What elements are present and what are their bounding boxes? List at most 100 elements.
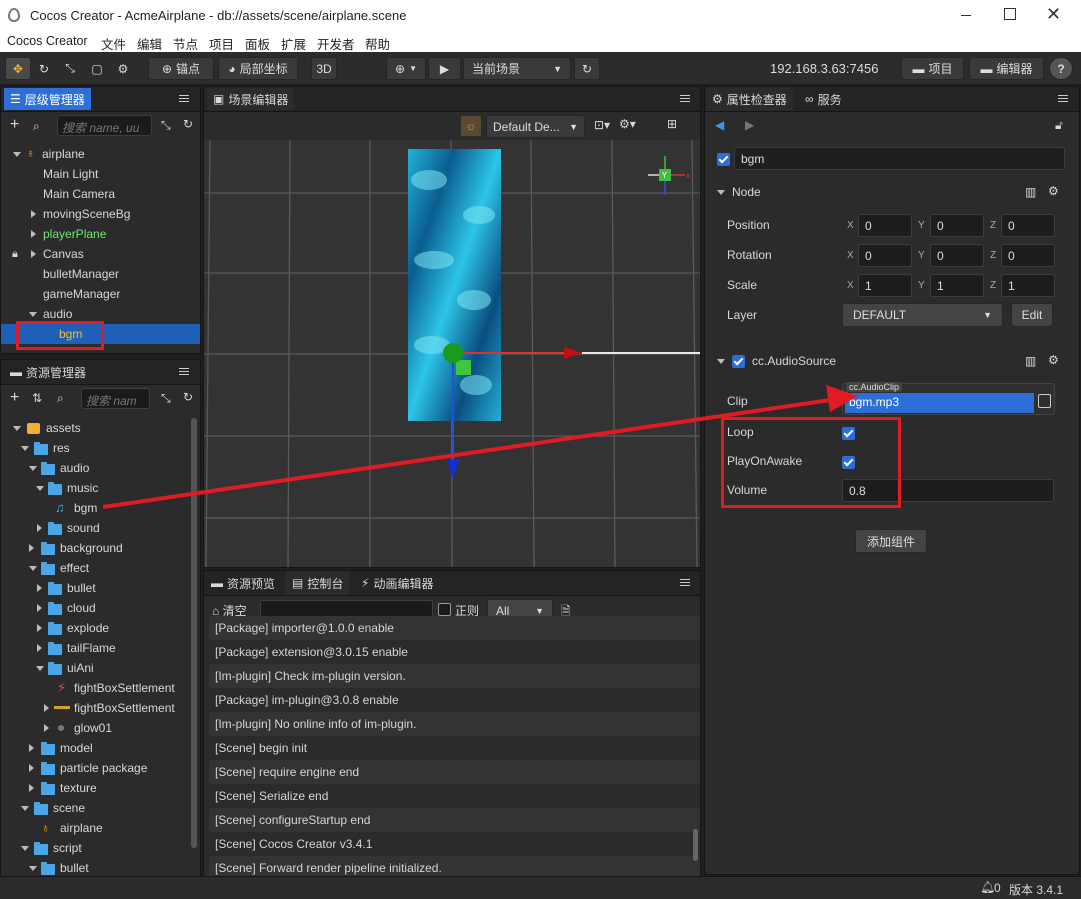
tree-row[interactable]: assets	[1, 418, 189, 438]
tree-row[interactable]: ♁ airplane	[1, 818, 189, 838]
tree-row[interactable]: model	[1, 738, 189, 758]
tree-row[interactable]: sound	[1, 518, 189, 538]
menu-cocos-creator[interactable]: Cocos Creator	[7, 34, 88, 48]
assets-scrollbar[interactable]	[191, 418, 197, 848]
tab-assets[interactable]: ▬ 资源管理器	[4, 361, 92, 383]
hierarchy-search-input[interactable]: 搜索 name, uu	[57, 115, 152, 136]
gear-icon[interactable]: ⚙▾	[619, 117, 636, 131]
back-arrow-icon[interactable]: ◀	[715, 118, 724, 132]
panel-menu-icon[interactable]	[178, 93, 190, 105]
position-y-input[interactable]: 0	[930, 214, 984, 237]
lock-icon[interactable]: 🔒︎	[12, 244, 18, 264]
tree-row[interactable]: uiAni	[1, 658, 189, 678]
sun-icon[interactable]: ☼	[461, 116, 481, 136]
preview-ip[interactable]: 192.168.3.63:7456	[770, 61, 878, 76]
rect-tool-button[interactable]: ▢	[85, 57, 109, 80]
tree-row[interactable]: music	[1, 478, 189, 498]
forward-arrow-icon[interactable]: ▶	[745, 118, 754, 132]
sort-icon[interactable]: ⇅	[32, 391, 42, 405]
assets-search-input[interactable]: 搜索 nam	[81, 388, 150, 409]
position-z-input[interactable]: 0	[1001, 214, 1055, 237]
axis-gizmo-icon[interactable]: x Y	[640, 151, 692, 203]
tab-hierarchy[interactable]: ☰ 层级管理器	[4, 88, 91, 110]
tree-row[interactable]: fightBoxSettlement	[1, 698, 189, 718]
tab-scene-editor[interactable]: ▣ 场景编辑器	[207, 88, 295, 110]
scale-y-input[interactable]: 1	[930, 274, 984, 297]
panel-menu-icon[interactable]	[178, 366, 190, 378]
menu-help[interactable]: 帮助	[365, 34, 390, 53]
book-icon[interactable]: ▥	[1025, 185, 1036, 199]
add-component-button[interactable]: 添加组件	[855, 529, 927, 553]
tree-row[interactable]: ⚡︎ fightBoxSettlement	[1, 678, 189, 698]
node-active-checkbox[interactable]	[717, 153, 730, 166]
rotate-tool-button[interactable]: ↻	[32, 57, 56, 80]
lock-icon[interactable]: 🔓︎	[1055, 118, 1063, 133]
tab-animation-editor[interactable]: ⚡︎ 动画编辑器	[355, 571, 439, 595]
local-coords-button[interactable]: ◕ 局部坐标	[218, 57, 298, 80]
panel-menu-icon[interactable]	[679, 577, 691, 589]
rotation-y-input[interactable]: 0	[930, 244, 984, 267]
camera-icon[interactable]: ⊡▾	[594, 118, 610, 132]
tree-row[interactable]: gameManager	[1, 284, 200, 304]
collapse-icon[interactable]: ⤡	[161, 391, 171, 406]
tab-services[interactable]: ∞ 服务	[799, 87, 848, 111]
tree-row[interactable]: res	[1, 438, 189, 458]
open-editor-button[interactable]: ▬ 编辑器	[969, 57, 1044, 80]
console-scrollbar[interactable]	[693, 829, 698, 861]
tree-row[interactable]: 🔒︎ Canvas	[1, 244, 200, 264]
add-asset-button[interactable]: +	[10, 389, 19, 407]
chevron-down-icon[interactable]	[717, 190, 725, 195]
move-tool-button[interactable]: ✥	[5, 57, 31, 80]
clip-value[interactable]: bgm.mp3	[845, 393, 1034, 413]
refresh-icon[interactable]: ↻	[183, 117, 193, 131]
open-project-button[interactable]: ▬ 项目	[901, 57, 964, 80]
minimize-button[interactable]	[958, 8, 974, 22]
add-node-button[interactable]: +	[10, 116, 19, 134]
grid-icon[interactable]: ⊞	[667, 117, 677, 131]
scale-z-input[interactable]: 1	[1001, 274, 1055, 297]
collapse-icon[interactable]: ⤡	[161, 118, 171, 133]
panel-menu-icon[interactable]	[1057, 93, 1069, 105]
search-icon[interactable]: ⌕	[57, 391, 64, 406]
scale-tool-button[interactable]: ⤡	[58, 57, 82, 80]
chevron-down-icon[interactable]	[717, 359, 725, 364]
tree-row[interactable]: movingSceneBg	[1, 204, 200, 224]
help-button[interactable]: ?	[1049, 57, 1073, 80]
scene-viewport[interactable]: x Y	[204, 140, 700, 567]
clip-asset-field[interactable]: cc.AudioClip bgm.mp3	[842, 382, 1055, 415]
tree-row[interactable]: Main Camera	[1, 184, 200, 204]
tree-row[interactable]: glow01	[1, 718, 189, 738]
tree-row[interactable]: background	[1, 538, 189, 558]
menu-extension[interactable]: 扩展	[281, 34, 306, 53]
menu-edit[interactable]: 编辑	[137, 34, 162, 53]
tree-row[interactable]: script	[1, 838, 189, 858]
bell-icon[interactable]: 🔔︎	[980, 880, 995, 894]
tree-row[interactable]: effect	[1, 558, 189, 578]
gear-icon[interactable]: ⚙	[1048, 184, 1059, 198]
tree-row[interactable]: cloud	[1, 598, 189, 618]
tree-row[interactable]: Main Light	[1, 164, 200, 184]
tree-row[interactable]: ♫ bgm	[1, 498, 189, 518]
platform-select[interactable]: ⊕ ▼	[386, 57, 426, 80]
tree-row[interactable]: bulletManager	[1, 264, 200, 284]
tree-row[interactable]: playerPlane	[1, 224, 200, 244]
play-button[interactable]: ▶	[428, 57, 461, 80]
tree-row[interactable]: bullet	[1, 858, 189, 878]
tree-row[interactable]: bullet	[1, 578, 189, 598]
tab-inspector[interactable]: ⚙ 属性检查器	[706, 87, 793, 111]
tree-row[interactable]: explode	[1, 618, 189, 638]
layer-select[interactable]: DEFAULT ▼	[842, 303, 1003, 327]
maximize-button[interactable]	[1004, 8, 1016, 20]
search-icon[interactable]: ⌕	[33, 119, 40, 134]
menu-panel[interactable]: 面板	[245, 34, 270, 53]
tree-row[interactable]: tailFlame	[1, 638, 189, 658]
tree-row[interactable]: scene	[1, 798, 189, 818]
gear-icon[interactable]: ⚙	[111, 57, 135, 80]
layer-edit-button[interactable]: Edit	[1011, 303, 1053, 327]
position-x-input[interactable]: 0	[858, 214, 912, 237]
menu-project[interactable]: 项目	[209, 34, 234, 53]
tree-row[interactable]: texture	[1, 778, 189, 798]
refresh-button[interactable]: ↻	[574, 57, 600, 80]
rotation-z-input[interactable]: 0	[1001, 244, 1055, 267]
menu-developer[interactable]: 开发者	[317, 34, 355, 53]
